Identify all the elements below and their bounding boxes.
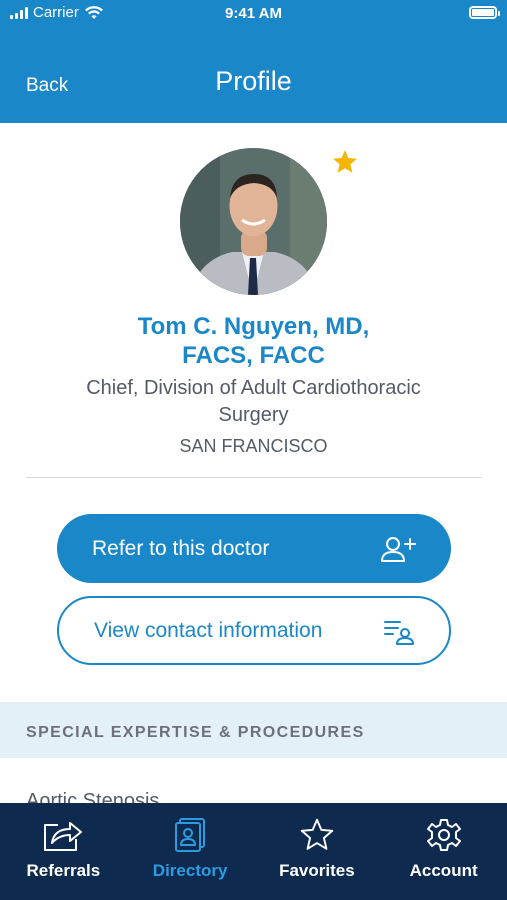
- star-outline-icon: [300, 818, 334, 850]
- favorite-star-icon[interactable]: [331, 148, 359, 176]
- tab-directory[interactable]: Directory: [127, 803, 254, 900]
- view-contact-button-label: View contact information: [94, 618, 323, 642]
- doctor-role-line1: Chief, Division of Adult Cardiothoracic: [86, 377, 421, 399]
- share-icon: [44, 822, 83, 851]
- doctor-name: Tom C. Nguyen, MD, FACS, FACC: [30, 312, 477, 370]
- gear-icon: [426, 819, 461, 851]
- page-title: Profile: [215, 66, 292, 96]
- tab-referrals[interactable]: Referrals: [0, 803, 127, 900]
- tab-referrals-label: Referrals: [26, 861, 101, 880]
- tab-favorites-label: Favorites: [279, 861, 355, 880]
- expertise-section-title: SPECIAL EXPERTISE & PROCEDURES: [26, 724, 365, 741]
- status-time: 9:41 AM: [225, 5, 282, 22]
- view-contact-button[interactable]: View contact information: [57, 596, 451, 665]
- refer-button[interactable]: Refer to this doctor: [57, 514, 451, 583]
- tab-account-label: Account: [409, 861, 478, 880]
- refer-button-label: Refer to this doctor: [92, 536, 270, 560]
- status-bar: Carrier 9:41 AM: [0, 0, 507, 30]
- doctor-role: Chief, Division of Adult Cardiothoracic …: [40, 375, 467, 429]
- doctor-name-line2: FACS, FACC: [182, 342, 325, 369]
- doctor-location: SAN FRANCISCO: [179, 436, 328, 456]
- doctor-name-line1: Tom C. Nguyen, MD,: [137, 313, 370, 340]
- battery-icon: [469, 6, 500, 19]
- expertise-section-header: SPECIAL EXPERTISE & PROCEDURES: [0, 702, 507, 758]
- divider: [26, 477, 482, 478]
- tab-bar: Referrals Directory Favorites Account: [0, 803, 507, 900]
- add-person-icon: [381, 536, 416, 562]
- doctor-avatar: [180, 148, 327, 295]
- contact-list-icon: [384, 620, 414, 645]
- app-header: Carrier 9:41 AM Back Profile: [0, 0, 507, 123]
- tab-directory-label: Directory: [152, 861, 228, 880]
- tab-account[interactable]: Account: [380, 803, 507, 900]
- directory-icon: [175, 818, 206, 852]
- tab-favorites[interactable]: Favorites: [254, 803, 381, 900]
- doctor-role-line2: Surgery: [218, 404, 289, 426]
